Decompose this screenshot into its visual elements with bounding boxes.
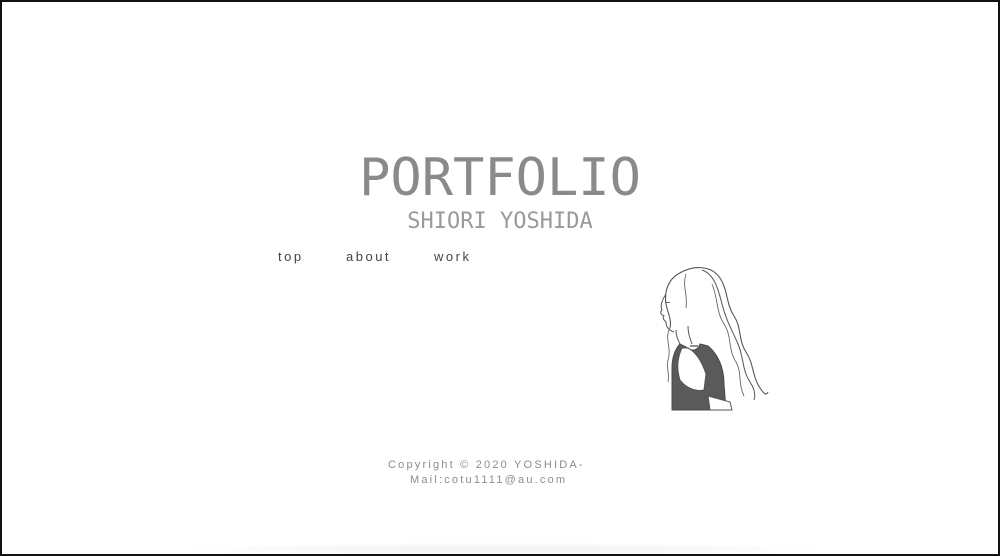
site-footer: Copyright © 2020 YOSHIDA- Mail:cotu1111@… [388, 458, 628, 488]
decorative-shadow [162, 542, 842, 556]
page-title: PORTFOLIO [359, 148, 641, 208]
nav-link-about[interactable]: about [346, 248, 434, 266]
author-name: SHIORI YOSHIDA [407, 209, 593, 234]
main-nav: top about work [278, 248, 494, 266]
nav-link-top[interactable]: top [278, 248, 346, 266]
contact-email: Mail:cotu1111@au.com [410, 474, 568, 486]
copyright-text: Copyright © 2020 YOSHIDA- [388, 459, 585, 471]
nav-link-work[interactable]: work [434, 248, 494, 266]
browser-viewport: PORTFOLIO SHIORI YOSHIDA top about work … [0, 0, 1000, 556]
girl-profile-line-illustration-icon [660, 267, 769, 411]
